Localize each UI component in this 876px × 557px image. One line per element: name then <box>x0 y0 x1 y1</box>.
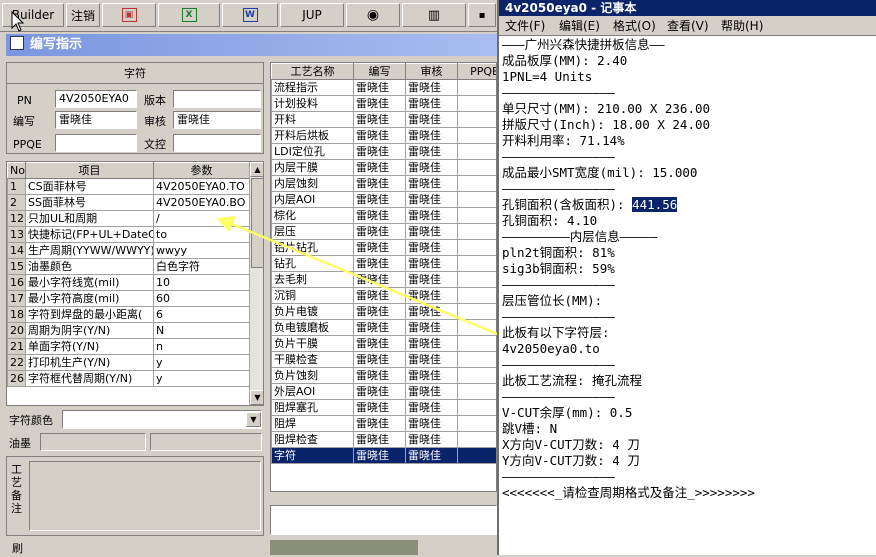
notepad-line-text: 孔铜面积(含板面积): <box>502 197 633 212</box>
notepad-line-text: ——————————————— <box>502 85 615 100</box>
notepad-line-text: X方向V-CUT刀数: 4 刀 <box>502 437 640 452</box>
notepad-text-area[interactable]: ———广州兴森快捷拼板信息—— 成品板厚(MM): 2.40 1PNL=4 Unit… <box>502 37 876 555</box>
menu-help[interactable]: 帮助(H) <box>721 18 763 34</box>
notepad-line-text: 开料利用率: 71.14% <box>502 133 625 148</box>
notepad-line: ——————————————— <box>502 277 615 293</box>
notepad-line-text: 4v2050eya0.to <box>502 341 600 356</box>
mouse-cursor-icon <box>11 10 25 32</box>
notepad-title: 4v2050eya0 - 记事本 <box>505 1 637 15</box>
notepad-line-text: ——————————————— <box>502 357 615 372</box>
notepad-line: 层压管位长(MM): <box>502 293 602 309</box>
notepad-line: —————————内层信息————— <box>502 229 657 245</box>
notepad-line-text: 单只尺寸(MM): 210.00 X 236.00 <box>502 101 711 116</box>
selected-text[interactable]: 441.56 <box>632 197 678 212</box>
notepad-line: 单只尺寸(MM): 210.00 X 236.00 <box>502 101 710 117</box>
notepad-line-text: 拼版尺寸(Inch): 18.00 X 24.00 <box>502 117 711 132</box>
notepad-line-text: 跳V槽: N <box>502 421 558 436</box>
notepad-line-text: sig3b铜面积: 59% <box>502 261 615 276</box>
notepad-line: ——————————————— <box>502 469 615 485</box>
notepad-line: V-CUT余厚(mm): 0.5 <box>502 405 632 421</box>
menu-format[interactable]: 格式(O) <box>613 18 656 34</box>
notepad-line-text: ——————————————— <box>502 277 615 292</box>
notepad-title-bar: 4v2050eya0 - 记事本 <box>499 0 876 16</box>
notepad-line-text: 层压管位长(MM): <box>502 293 603 308</box>
notepad-menu-bar: 文件(F) 编辑(E) 格式(O) 查看(V) 帮助(H) <box>499 16 876 36</box>
menu-view[interactable]: 查看(V) <box>667 18 709 34</box>
notepad-line: 孔铜面积: 4.10 <box>502 213 597 229</box>
notepad-line: sig3b铜面积: 59% <box>502 261 615 277</box>
notepad-line-text: ———广州兴森快捷拼板信息—— <box>502 37 665 52</box>
notepad-line-text: ——————————————— <box>502 389 615 404</box>
notepad-line: ———广州兴森快捷拼板信息—— <box>502 37 665 53</box>
notepad-line: ——————————————— <box>502 181 615 197</box>
notepad-line: ——————————————— <box>502 309 615 325</box>
notepad-line-text: V-CUT余厚(mm): 0.5 <box>502 405 633 420</box>
notepad-line: 开料利用率: 71.14% <box>502 133 625 149</box>
notepad-line: 孔铜面积(含板面积): 441.56 <box>502 197 678 213</box>
notepad-line-text: 1PNL=4 Units <box>502 69 593 84</box>
notepad-line: 成品最小SMT宽度(mil): 15.000 <box>502 165 697 181</box>
notepad-line-text: 此板有以下字符层: <box>502 325 610 340</box>
notepad-line: 跳V槽: N <box>502 421 557 437</box>
notepad-line: 此板工艺流程: 掩孔流程 <box>502 373 642 389</box>
notepad-line: <<<<<<<_请检查周期格式及备注_>>>>>>>> <box>502 485 755 501</box>
notepad-line-text: Y方向V-CUT刀数: 4 刀 <box>502 453 640 468</box>
notepad-window: 4v2050eya0 - 记事本 文件(F) 编辑(E) 格式(O) 查看(V)… <box>497 0 876 555</box>
notepad-line: pln2t铜面积: 81% <box>502 245 615 261</box>
notepad-line: X方向V-CUT刀数: 4 刀 <box>502 437 640 453</box>
notepad-line-text: <<<<<<<_请检查周期格式及备注_>>>>>>>> <box>502 485 755 500</box>
notepad-line-text: ——————————————— <box>502 469 615 484</box>
notepad-line-text: 成品板厚(MM): 2.40 <box>502 53 628 68</box>
notepad-line: ——————————————— <box>502 389 615 405</box>
menu-edit[interactable]: 编辑(E) <box>559 18 600 34</box>
notepad-line-text: pln2t铜面积: 81% <box>502 245 615 260</box>
notepad-line-text: —————————内层信息————— <box>502 229 658 244</box>
notepad-line: 此板有以下字符层: <box>502 325 610 341</box>
notepad-line: Y方向V-CUT刀数: 4 刀 <box>502 453 640 469</box>
notepad-line: ——————————————— <box>502 357 615 373</box>
notepad-line-text: ——————————————— <box>502 149 615 164</box>
notepad-line-text: ——————————————— <box>502 309 615 324</box>
notepad-line: 成品板厚(MM): 2.40 <box>502 53 627 69</box>
notepad-line: 1PNL=4 Units <box>502 69 592 85</box>
notepad-line: 拼版尺寸(Inch): 18.00 X 24.00 <box>502 117 710 133</box>
notepad-line: ——————————————— <box>502 149 615 165</box>
notepad-line-text: ——————————————— <box>502 181 615 196</box>
notepad-line-text: 成品最小SMT宽度(mil): 15.000 <box>502 165 698 180</box>
notepad-line-text: 孔铜面积: 4.10 <box>502 213 598 228</box>
notepad-line: ——————————————— <box>502 85 615 101</box>
notepad-line: 4v2050eya0.to <box>502 341 600 357</box>
notepad-line-text: 此板工艺流程: 掩孔流程 <box>502 373 643 388</box>
menu-file[interactable]: 文件(F) <box>505 18 545 34</box>
